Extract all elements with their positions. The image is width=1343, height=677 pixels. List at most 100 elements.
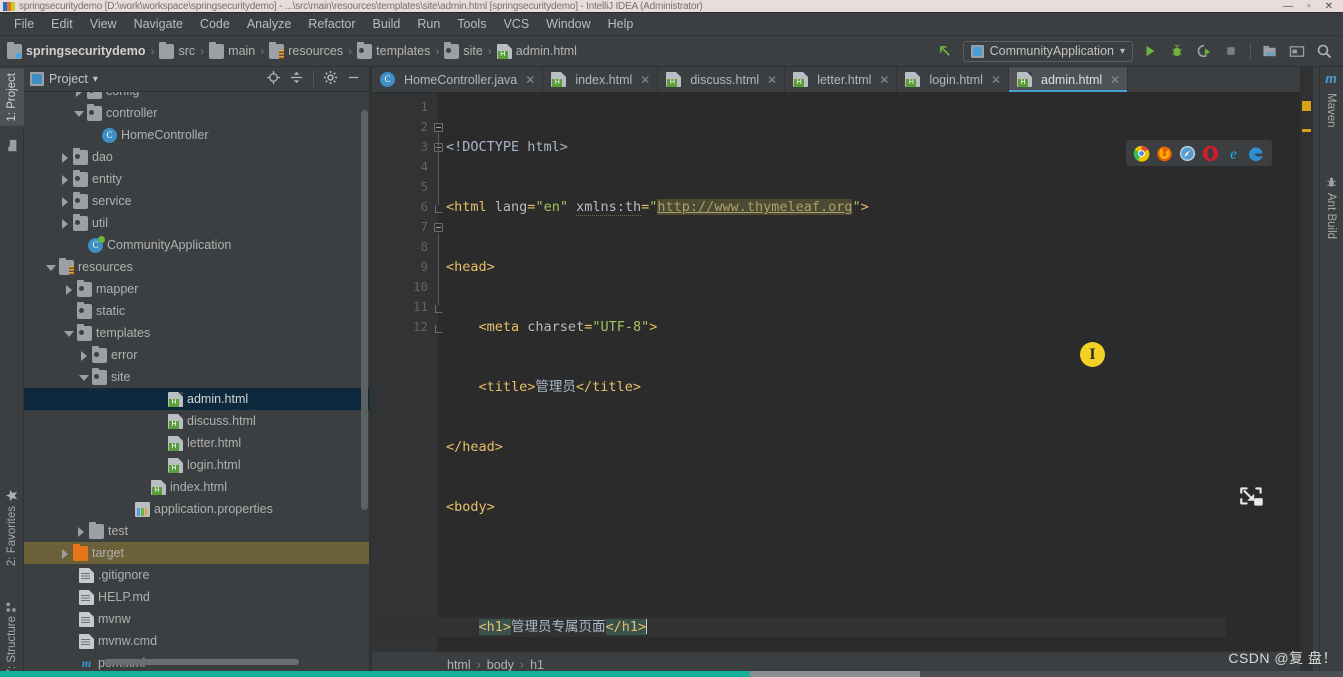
scroll-from-source-icon[interactable] (266, 70, 281, 88)
expand-arrow-icon[interactable] (58, 217, 71, 230)
menu-item-analyze[interactable]: Analyze (239, 14, 299, 34)
close-icon[interactable]: ✕ (640, 73, 650, 87)
editor-marker-strip[interactable] (1300, 67, 1313, 677)
expand-arrow-icon[interactable] (72, 92, 85, 98)
tree-row-dao[interactable]: dao (24, 146, 369, 168)
editor-tab-letter-html[interactable]: letter.html ✕ (785, 67, 898, 92)
collapse-arrow-icon[interactable] (44, 261, 57, 274)
editor-tab-admin-html[interactable]: admin.html ✕ (1009, 67, 1129, 92)
menu-item-code[interactable]: Code (192, 14, 238, 34)
expand-arrow-icon[interactable] (77, 349, 90, 362)
tree-row-error[interactable]: error (24, 344, 369, 366)
expand-arrow-icon[interactable] (62, 283, 75, 296)
menu-item-help[interactable]: Help (600, 14, 642, 34)
breadcrumb-item-resources[interactable]: resources (269, 41, 343, 59)
close-icon[interactable]: ✕ (879, 73, 889, 87)
thymeleaf-url-token[interactable]: http://www.thymeleaf.org (657, 199, 853, 215)
project-tree-scrollbar[interactable] (361, 110, 368, 510)
hide-panel-icon[interactable] (346, 70, 361, 88)
breadcrumb-bottom-body[interactable]: body (487, 658, 514, 672)
breadcrumb-item-src[interactable]: src (159, 41, 195, 59)
project-tree[interactable]: config controller HomeController dao ent… (24, 92, 369, 677)
menu-item-tools[interactable]: Tools (449, 14, 494, 34)
menu-item-edit[interactable]: Edit (43, 14, 81, 34)
tree-row-letter-html[interactable]: letter.html (24, 432, 369, 454)
code-folding-column[interactable] (432, 93, 446, 651)
close-icon[interactable]: ✕ (991, 73, 1001, 87)
sidebar-item-structure[interactable]: 7: Structure (0, 595, 24, 677)
menu-item-file[interactable]: File (6, 14, 42, 34)
close-icon[interactable]: ✕ (1110, 73, 1120, 87)
minimize-button[interactable]: — (1283, 1, 1293, 12)
collapse-arrow-icon[interactable] (72, 107, 85, 120)
tree-row-site[interactable]: site (24, 366, 369, 388)
back-arrow-icon[interactable] (936, 41, 956, 61)
edge-icon[interactable] (1248, 145, 1265, 162)
breadcrumb-item-site[interactable]: site (444, 41, 483, 59)
collapse-arrow-icon[interactable] (77, 371, 90, 384)
tree-row-admin-html[interactable]: admin.html (24, 388, 369, 410)
sidebar-item-ant-build[interactable]: Ant Build (1319, 172, 1343, 243)
breadcrumb-item-main[interactable]: main (209, 41, 255, 59)
code-text[interactable]: <!DOCTYPE html> <html lang="en" xmlns:th… (372, 97, 1300, 651)
tree-row-service[interactable]: service (24, 190, 369, 212)
menu-item-window[interactable]: Window (538, 14, 598, 34)
editor-tab-index-html[interactable]: index.html ✕ (543, 67, 659, 92)
tree-row-help-md[interactable]: HELP.md (24, 586, 369, 608)
tree-row-login-html[interactable]: login.html (24, 454, 369, 476)
warning-marker[interactable] (1302, 129, 1311, 132)
expand-arrow-icon[interactable] (74, 525, 87, 538)
search-icon[interactable] (1314, 41, 1334, 61)
tree-row-test[interactable]: test (24, 520, 369, 542)
picture-in-picture-button[interactable] (1226, 471, 1278, 523)
menu-item-vcs[interactable]: VCS (495, 14, 537, 34)
stop-icon[interactable] (1221, 41, 1241, 61)
tree-row-entity[interactable]: entity (24, 168, 369, 190)
run-icon[interactable] (1140, 41, 1160, 61)
tree-row-index-html[interactable]: index.html (24, 476, 369, 498)
layout-icon[interactable] (1287, 41, 1307, 61)
tree-row-controller[interactable]: controller (24, 102, 369, 124)
tree-row-util[interactable]: util (24, 212, 369, 234)
tree-row-application-properties[interactable]: application.properties (24, 498, 369, 520)
editor-gutter[interactable]: 1 2 3 4 5 6 7 8 9 10 11 12 (372, 93, 438, 651)
breadcrumb-bottom-html[interactable]: html (447, 658, 471, 672)
editor-tab-discuss-html[interactable]: discuss.html ✕ (658, 67, 786, 92)
collapse-arrow-icon[interactable] (62, 327, 75, 340)
opera-icon[interactable] (1202, 145, 1219, 162)
sidebar-item-favorites[interactable]: 2: Favorites (0, 485, 24, 570)
editor-tab-login-html[interactable]: login.html ✕ (897, 67, 1010, 92)
sidebar-item-maven[interactable]: Maven (1319, 89, 1343, 132)
project-structure-icon[interactable] (1260, 41, 1280, 61)
menu-item-run[interactable]: Run (409, 14, 448, 34)
chevron-down-icon[interactable]: ▾ (93, 74, 98, 85)
expand-arrow-icon[interactable] (58, 151, 71, 164)
menu-item-navigate[interactable]: Navigate (126, 14, 191, 34)
internet-explorer-icon[interactable]: e (1225, 145, 1242, 162)
tree-row-static[interactable]: static (24, 300, 369, 322)
tree-row-mvnw-cmd[interactable]: mvnw.cmd (24, 630, 369, 652)
breadcrumb-item-templates[interactable]: templates (357, 41, 430, 59)
debug-icon[interactable] (1167, 41, 1187, 61)
menu-item-view[interactable]: View (82, 14, 125, 34)
editor-tab-homecontroller-java[interactable]: HomeController.java ✕ (372, 67, 544, 92)
firefox-icon[interactable] (1156, 145, 1173, 162)
breadcrumb-item-file[interactable]: admin.html (496, 43, 577, 59)
breadcrumb-item-project[interactable]: springsecuritydemo (7, 41, 145, 59)
tree-row-discuss-html[interactable]: discuss.html (24, 410, 369, 432)
breadcrumb-bottom-h1[interactable]: h1 (530, 658, 544, 672)
code-editor[interactable]: 1 2 3 4 5 6 7 8 9 10 11 12 <!DOCTYPE htm… (372, 93, 1300, 651)
run-with-coverage-icon[interactable] (1194, 41, 1214, 61)
project-tree-hscrollbar[interactable] (104, 659, 299, 665)
fold-marker-html[interactable] (434, 123, 443, 132)
tree-row-templates[interactable]: templates (24, 322, 369, 344)
close-button[interactable]: ✕ (1325, 1, 1333, 12)
expand-arrow-icon[interactable] (58, 195, 71, 208)
chrome-icon[interactable] (1133, 145, 1150, 162)
sidebar-item-project[interactable]: 1: Project (0, 69, 24, 126)
fold-marker-body[interactable] (434, 223, 443, 232)
close-icon[interactable]: ✕ (525, 73, 535, 87)
tree-row-target[interactable]: target (24, 542, 369, 564)
collapse-all-icon[interactable] (289, 70, 304, 88)
safari-icon[interactable] (1179, 145, 1196, 162)
